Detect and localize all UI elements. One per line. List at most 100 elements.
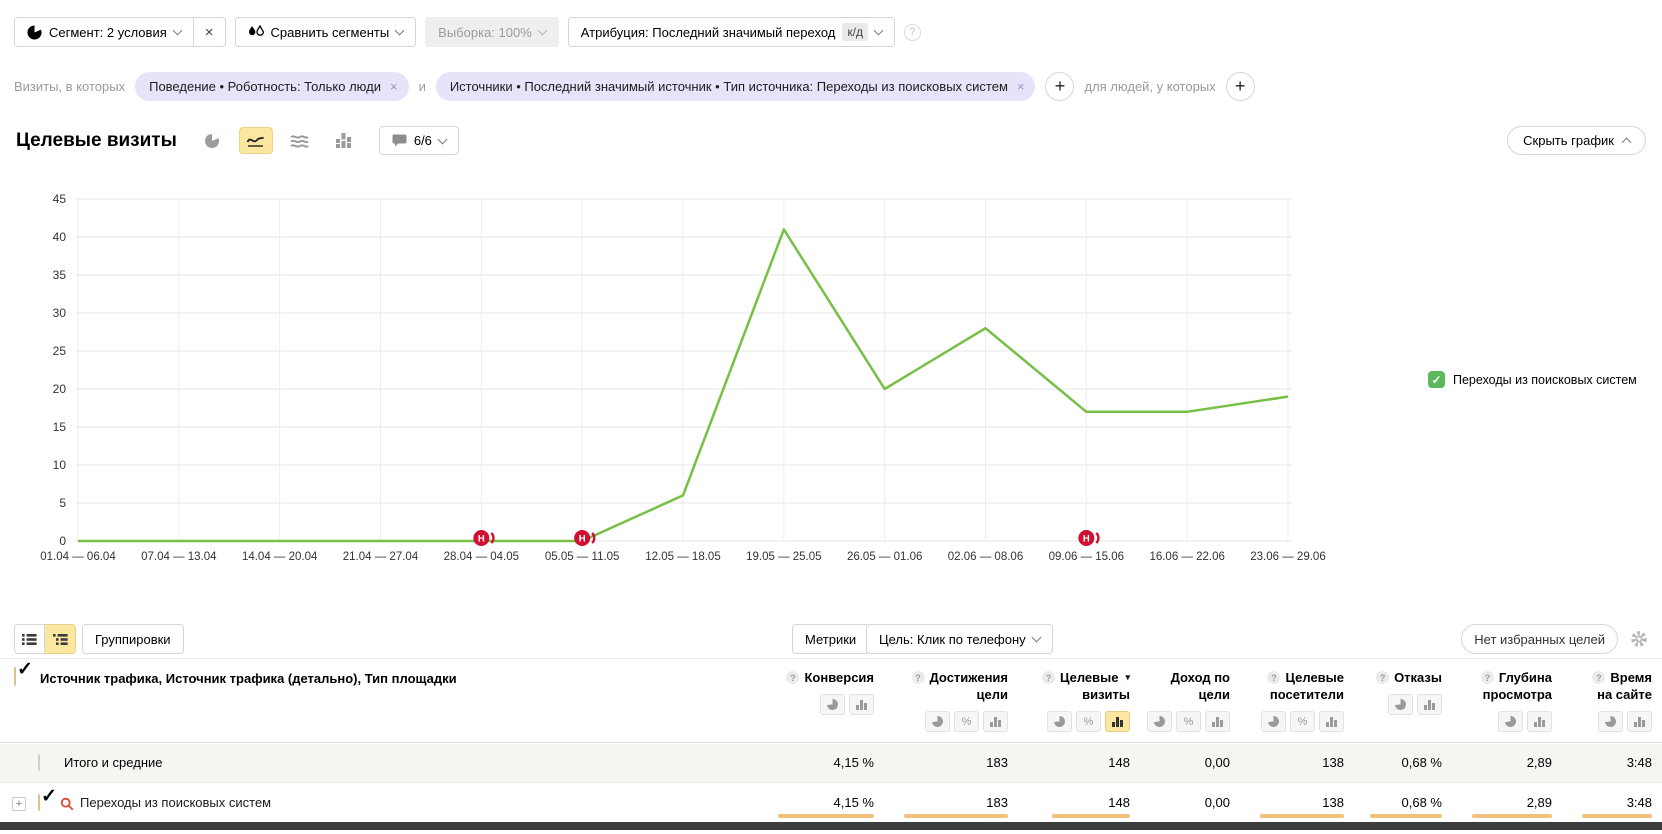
percent-view-button[interactable]: % [954, 711, 979, 732]
help-icon[interactable]: ? [1592, 671, 1605, 684]
help-icon[interactable]: ? [1481, 671, 1494, 684]
bars-view-button[interactable] [1417, 694, 1442, 715]
svg-text:30: 30 [53, 306, 67, 320]
bars-icon [856, 700, 867, 710]
svg-text:26.05 — 01.06: 26.05 — 01.06 [847, 551, 922, 563]
goal-dropdown-button[interactable]: Цель: Клик по телефону [866, 624, 1053, 654]
pie-icon [932, 716, 943, 727]
horizontal-scrollbar[interactable] [0, 822, 1662, 830]
add-people-condition-button[interactable]: + [1226, 72, 1255, 101]
value-bar [1052, 814, 1130, 818]
groupings-header-label: Источник трафика, Источник трафика (дета… [40, 671, 457, 686]
pie-view-button[interactable] [1498, 711, 1523, 732]
chart-type-columns-button[interactable] [327, 127, 361, 154]
svg-text:0: 0 [59, 534, 66, 548]
help-icon[interactable]: ? [1267, 671, 1280, 684]
percent-view-button[interactable]: % [1290, 711, 1315, 732]
expand-row-button[interactable]: + [12, 797, 26, 811]
chart-type-line-button[interactable] [239, 127, 273, 154]
metrics-button[interactable]: Метрики [792, 624, 869, 654]
bars-view-button[interactable] [1205, 711, 1230, 732]
bars-view-button[interactable] [1319, 711, 1344, 732]
svg-text:19.05 — 25.05: 19.05 — 25.05 [746, 551, 821, 563]
favorite-goals-button[interactable]: Нет избранных целей [1461, 624, 1618, 654]
chart-legend-item[interactable]: ✓ Переходы из поисковых систем [1428, 371, 1637, 388]
legend-checkbox[interactable]: ✓ [1428, 371, 1445, 388]
segment-clear-button[interactable]: × [194, 17, 226, 47]
bars-icon [1424, 700, 1435, 710]
list-icon [22, 633, 37, 646]
close-icon[interactable]: × [390, 79, 398, 94]
svg-text:02.06 — 08.06: 02.06 — 08.06 [948, 551, 1023, 563]
help-icon[interactable]: ? [904, 24, 921, 41]
select-all-checkbox[interactable]: ✓ [14, 667, 16, 686]
pie-view-button[interactable] [925, 711, 950, 732]
svg-text:14.04 — 20.04: 14.04 — 20.04 [242, 551, 318, 563]
bars-view-button[interactable] [1527, 711, 1552, 732]
bars-view-button[interactable] [849, 694, 874, 715]
table-row-search-traffic: + ✓ Переходы из поисковых систем 4,15 % … [0, 784, 1662, 823]
svg-text:45: 45 [53, 192, 67, 206]
hide-chart-label: Скрыть график [1523, 133, 1614, 148]
pie-view-button[interactable] [1388, 694, 1413, 715]
bars-view-button[interactable] [1627, 711, 1652, 732]
close-icon[interactable]: × [1017, 79, 1025, 94]
gear-icon[interactable] [1630, 630, 1648, 653]
row-checkbox-checked[interactable]: ✓ [38, 794, 40, 811]
comments-dropdown-button[interactable]: 6/6 [379, 126, 459, 155]
attribution-button[interactable]: Атрибуция: Последний значимый переход к/… [568, 17, 895, 47]
chart-title: Целевые визиты [16, 130, 177, 152]
chart-type-pie-button[interactable] [195, 127, 229, 154]
compare-label: Сравнить сегменты [271, 25, 390, 40]
help-icon[interactable]: ? [1376, 671, 1389, 684]
table-toolbar: Группировки Метрики Цель: Клик по телефо… [14, 624, 1648, 654]
cell-goal-visitors: 138 [1240, 744, 1354, 783]
pie-icon [1154, 716, 1165, 727]
sampling-button[interactable]: Выборка: 100% [425, 17, 559, 47]
goal-label: Цель: Клик по телефону [879, 632, 1026, 647]
row-checkbox-empty[interactable] [38, 754, 40, 771]
percent-view-button[interactable]: % [1076, 711, 1101, 732]
cell-goal-revenue: 0,00 [1140, 784, 1240, 823]
filter-chip-source[interactable]: Источники • Последний значимый источник … [436, 72, 1036, 101]
cell-goal-visits: 148 [1018, 784, 1140, 823]
bars-icon [1112, 717, 1123, 727]
tree-view-button[interactable] [45, 624, 76, 654]
bars-view-button[interactable] [983, 711, 1008, 732]
pie-view-button[interactable] [1147, 711, 1172, 732]
cell-depth: 2,89 [1452, 784, 1562, 823]
segment-button[interactable]: Сегмент: 2 условия [14, 17, 194, 47]
cell-conversion: 4,15 % [760, 744, 884, 783]
add-visit-condition-button[interactable]: + [1045, 72, 1074, 101]
column-header-goal-visitors: ?Целевые посетители % [1240, 659, 1354, 742]
chart-type-areas-button[interactable] [283, 127, 317, 154]
percent-view-button[interactable]: % [1176, 711, 1201, 732]
bars-view-button-selected[interactable] [1105, 711, 1130, 732]
chevron-down-icon [437, 134, 447, 144]
pie-view-button[interactable] [820, 694, 845, 715]
table-header: ✓ Источник трафика, Источник трафика (де… [0, 658, 1662, 743]
filter-prefix: Визиты, в которых [14, 79, 125, 94]
pie-view-button[interactable] [1047, 711, 1072, 732]
pie-view-button[interactable] [1598, 711, 1623, 732]
svg-text:Н: Н [579, 534, 586, 545]
chevron-down-icon [1031, 633, 1041, 643]
pie-view-button[interactable] [1261, 711, 1286, 732]
value-bar [1370, 814, 1442, 818]
svg-text:35: 35 [53, 268, 67, 282]
svg-text:28.04 — 04.05: 28.04 — 04.05 [444, 551, 519, 563]
row-label-link[interactable]: Переходы из поисковых систем [80, 784, 271, 822]
filter-chip-robots[interactable]: Поведение • Роботность: Только люди × [135, 72, 408, 101]
help-icon[interactable]: ? [1042, 671, 1055, 684]
help-icon[interactable]: ? [912, 671, 925, 684]
filter-bar: Визиты, в которых Поведение • Роботность… [14, 72, 1255, 101]
compare-segments-button[interactable]: Сравнить сегменты [235, 17, 417, 47]
help-icon[interactable]: ? [786, 671, 799, 684]
cell-goal-visitors: 138 [1240, 784, 1354, 823]
groupings-button[interactable]: Группировки [82, 624, 184, 654]
percent-icon: % [1084, 716, 1094, 728]
hide-chart-button[interactable]: Скрыть график [1507, 126, 1646, 155]
cell-goal-visits: 148 [1018, 744, 1140, 783]
top-toolbar: Сегмент: 2 условия × Сравнить сегменты В… [14, 17, 921, 47]
flat-list-view-button[interactable] [14, 624, 45, 654]
